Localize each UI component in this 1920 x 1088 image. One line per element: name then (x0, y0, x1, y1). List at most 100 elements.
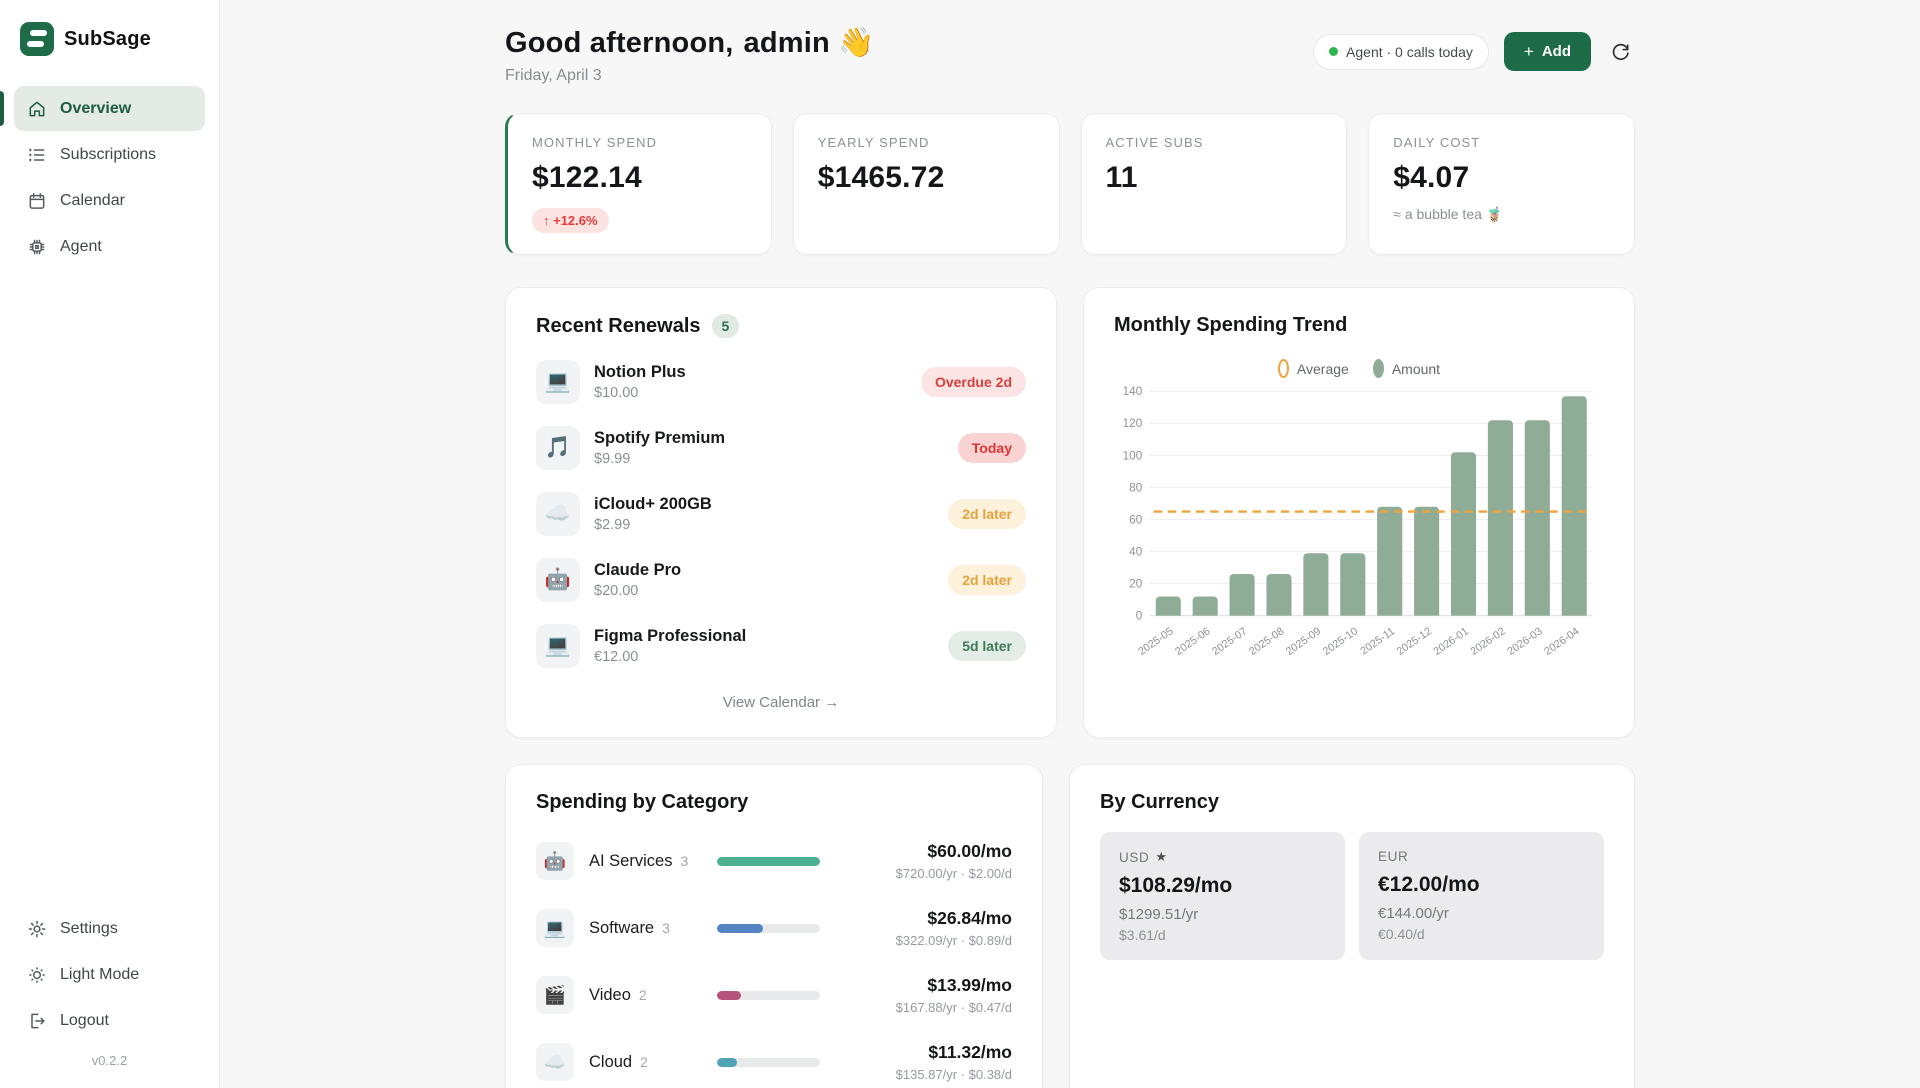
clapper-emoji-icon: 🎬 (536, 976, 574, 1014)
status-badge: 5d later (948, 631, 1026, 661)
app-name: SubSage (64, 28, 151, 51)
refresh-icon (1610, 41, 1631, 62)
list-item[interactable]: ☁️ iCloud+ 200GB $2.99 2d later (536, 492, 1026, 536)
topbar: Good afternoon,admin 👋 Friday, April 3 A… (505, 26, 1635, 85)
view-calendar-link[interactable]: View Calendar → (536, 694, 1026, 711)
star-icon: ★ (1155, 849, 1167, 865)
sidebar-item-logout[interactable]: Logout (14, 998, 205, 1043)
sidebar-item-subscriptions[interactable]: Subscriptions (14, 132, 205, 177)
subscription-price: €12.00 (594, 649, 948, 665)
agent-status-badge[interactable]: Agent · 0 calls today (1313, 34, 1489, 70)
category-row[interactable]: 💻 Software 3 $26.84/mo $322.09/yr · $0.8… (536, 908, 1012, 948)
svg-text:2025-08: 2025-08 (1247, 625, 1286, 658)
category-row[interactable]: 🎬 Video 2 $13.99/mo $167.88/yr · $0.47/d (536, 975, 1012, 1015)
subsage-logo-icon (20, 22, 54, 56)
subscription-name: Notion Plus (594, 363, 921, 382)
stat-label: MONTHLY SPEND (532, 135, 747, 150)
category-count: 2 (640, 1054, 648, 1070)
category-progress-fill (717, 1058, 737, 1067)
list-item[interactable]: 💻 Figma Professional €12.00 5d later (536, 624, 1026, 668)
svg-text:2025-06: 2025-06 (1173, 625, 1212, 658)
category-row[interactable]: ☁️ Cloud 2 $11.32/mo $135.87/yr · $0.38/… (536, 1042, 1012, 1082)
main-content: Good afternoon,admin 👋 Friday, April 3 A… (220, 0, 1920, 1088)
svg-text:2026-03: 2026-03 (1505, 625, 1544, 658)
laptop-emoji-icon: 💻 (536, 360, 580, 404)
category-monthly: $60.00/mo (842, 841, 1012, 862)
stat-label: ACTIVE SUBS (1106, 135, 1323, 150)
laptop-emoji-icon: 💻 (536, 909, 574, 947)
category-progress-track (717, 924, 820, 933)
sidebar-item-settings[interactable]: Settings (14, 906, 205, 951)
current-date: Friday, April 3 (505, 67, 875, 85)
sidebar: SubSage Overview Subscriptions Calendar … (0, 0, 220, 1088)
recent-renewals-panel: Recent Renewals 5 💻 Notion Plus $10.00 O… (505, 287, 1057, 738)
subscription-price: $9.99 (594, 451, 958, 467)
sidebar-item-agent[interactable]: Agent (14, 224, 205, 269)
legend-amount[interactable]: Amount (1373, 359, 1440, 378)
cloud-emoji-icon: ☁️ (536, 1043, 574, 1081)
category-progress-fill (717, 857, 820, 866)
category-sub: $322.09/yr · $0.89/d (842, 933, 1012, 948)
sidebar-item-overview[interactable]: Overview (14, 86, 205, 131)
spending-trend-panel: Monthly Spending Trend Average Amount 02… (1083, 287, 1635, 738)
svg-text:140: 140 (1123, 385, 1143, 398)
list-item[interactable]: 🤖 Claude Pro $20.00 2d later (536, 558, 1026, 602)
amount-legend-icon (1373, 359, 1384, 378)
sidebar-item-calendar[interactable]: Calendar (14, 178, 205, 223)
chip-icon (27, 237, 47, 257)
currency-yearly: $1299.51/yr (1119, 906, 1326, 923)
cloud-emoji-icon: ☁️ (536, 492, 580, 536)
calendar-icon (27, 191, 47, 211)
plus-icon: + (1524, 43, 1534, 60)
category-progress-track (717, 991, 820, 1000)
stat-label: DAILY COST (1393, 135, 1610, 150)
svg-text:2026-02: 2026-02 (1468, 625, 1507, 658)
category-sub: $720.00/yr · $2.00/d (842, 866, 1012, 881)
average-legend-icon (1278, 359, 1289, 378)
list-item[interactable]: 💻 Notion Plus $10.00 Overdue 2d (536, 360, 1026, 404)
svg-text:2026-01: 2026-01 (1431, 625, 1470, 658)
laptop-emoji-icon: 💻 (536, 624, 580, 668)
category-name: Video (589, 986, 631, 1005)
stat-card-yearly-spend: YEARLY SPEND $1465.72 (793, 113, 1060, 255)
sidebar-item-label: Logout (60, 1012, 109, 1030)
renewals-count-badge: 5 (712, 314, 740, 338)
sidebar-item-label: Settings (60, 920, 118, 938)
sidebar-item-light-mode[interactable]: Light Mode (14, 952, 205, 997)
category-progress-track (717, 1058, 820, 1067)
sidebar-item-label: Light Mode (60, 966, 139, 984)
category-count: 3 (680, 853, 688, 869)
currency-code: USD ★ (1119, 849, 1326, 865)
robot-emoji-icon: 🤖 (536, 842, 574, 880)
category-row[interactable]: 🤖 AI Services 3 $60.00/mo $720.00/yr · $… (536, 841, 1012, 881)
svg-text:120: 120 (1123, 417, 1143, 430)
list-icon (27, 145, 47, 165)
svg-text:2025-07: 2025-07 (1210, 625, 1249, 658)
subscription-name: Claude Pro (594, 561, 948, 580)
add-button[interactable]: + Add (1504, 32, 1591, 71)
stat-value: 11 (1106, 161, 1323, 195)
svg-text:2025-09: 2025-09 (1284, 625, 1323, 658)
refresh-button[interactable] (1606, 37, 1635, 66)
category-monthly: $13.99/mo (842, 975, 1012, 996)
agent-status-label: Agent · 0 calls today (1346, 44, 1473, 60)
panel-title: Monthly Spending Trend (1114, 314, 1604, 337)
currency-code: EUR (1378, 849, 1585, 864)
svg-text:2025-11: 2025-11 (1358, 625, 1397, 657)
list-item[interactable]: 🎵 Spotify Premium $9.99 Today (536, 426, 1026, 470)
agent-online-dot (1329, 47, 1338, 56)
category-name: AI Services (589, 852, 672, 871)
category-sub: $167.88/yr · $0.47/d (842, 1000, 1012, 1015)
app-logo: SubSage (14, 22, 205, 56)
stat-note: ≈ a bubble tea 🧋 (1393, 206, 1610, 223)
stat-label: YEARLY SPEND (818, 135, 1035, 150)
subscription-price: $2.99 (594, 517, 948, 533)
category-monthly: $26.84/mo (842, 908, 1012, 929)
legend-average[interactable]: Average (1278, 359, 1349, 378)
currency-card-eur: EUR €12.00/mo €144.00/yr €0.40/d (1359, 832, 1604, 960)
music-emoji-icon: 🎵 (536, 426, 580, 470)
category-name: Cloud (589, 1053, 632, 1072)
currency-monthly: $108.29/mo (1119, 874, 1326, 898)
sidebar-nav: Overview Subscriptions Calendar Agent (14, 86, 205, 270)
logout-icon (27, 1011, 47, 1031)
